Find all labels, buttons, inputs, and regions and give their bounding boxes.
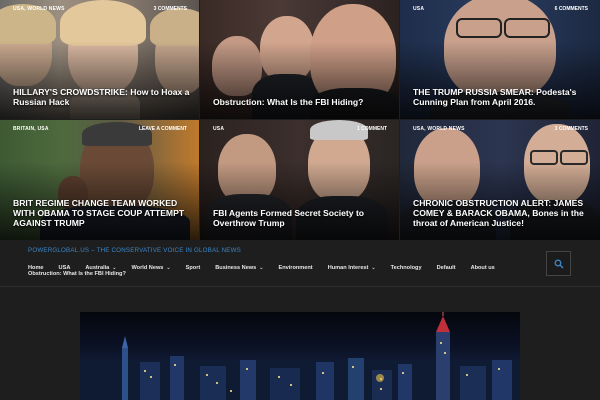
chevron-down-icon: ⌄	[259, 265, 264, 271]
nav-item-label: World News	[131, 265, 164, 271]
featured-post-fbi-hiding[interactable]: Obstruction: What Is the FBI Hiding?	[200, 0, 399, 119]
featured-post-brit-regime[interactable]: BRITAIN, USA LEAVE A COMMENT BRIT REGIME…	[0, 120, 199, 240]
nav-item-world-news[interactable]: World News ⌄	[132, 265, 171, 271]
chevron-down-icon: ⌄	[166, 265, 171, 271]
hero-image	[80, 312, 520, 400]
featured-post-comey-obama[interactable]: USA, WORLD NEWS 3 COMMENTS CHRONIC OBSTR…	[400, 120, 600, 240]
nav-item-sport[interactable]: Sport	[186, 265, 201, 271]
post-title[interactable]: FBI Agents Formed Secret Society to Over…	[213, 208, 391, 228]
post-categories[interactable]: USA	[413, 6, 424, 12]
post-title[interactable]: Obstruction: What Is the FBI Hiding?	[213, 97, 391, 107]
featured-grid: USA, WORLD NEWS 3 COMMENTS HILLARY'S CRO…	[0, 0, 600, 240]
nav-item-business-news[interactable]: Business News ⌄	[215, 265, 263, 271]
featured-post-crowdstrike[interactable]: USA, WORLD NEWS 3 COMMENTS HILLARY'S CRO…	[0, 0, 199, 119]
nav-item-technology[interactable]: Technology	[391, 265, 422, 271]
nav-item-label: Default	[436, 265, 456, 271]
nav-item-label: Human Interest	[327, 265, 369, 271]
search-icon	[554, 259, 563, 268]
nav-item-obstruction[interactable]: Obstruction: What Is the FBI Hiding?	[28, 271, 126, 277]
nav-item-label: Environment	[278, 265, 313, 271]
post-title[interactable]: THE TRUMP RUSSIA SMEAR: Podesta's Cunnin…	[413, 87, 592, 107]
header-divider	[0, 286, 600, 287]
post-comments-count[interactable]: LEAVE A COMMENT	[139, 126, 187, 132]
nav-item-label: Business News	[215, 265, 257, 271]
search-button[interactable]	[546, 251, 571, 276]
nav-item-about-us[interactable]: About us	[471, 265, 495, 271]
post-title[interactable]: CHRONIC OBSTRUCTION ALERT: JAMES COMEY &…	[413, 198, 592, 228]
post-title[interactable]: BRIT REGIME CHANGE TEAM WORKED WITH OBAM…	[13, 198, 191, 228]
post-categories[interactable]: USA, WORLD NEWS	[413, 126, 465, 132]
post-title[interactable]: HILLARY'S CROWDSTRIKE: How to Hoax a Rus…	[13, 87, 191, 107]
city-skyline-image	[80, 312, 520, 400]
featured-post-fbi-agents[interactable]: USA 1 COMMENT FBI Agents Formed Secret S…	[200, 120, 399, 240]
nav-item-default[interactable]: Default	[437, 265, 456, 271]
post-comments-count[interactable]: 3 COMMENTS	[555, 126, 588, 132]
post-categories[interactable]: USA, WORLD NEWS	[13, 6, 65, 12]
nav-item-label: Sport	[185, 265, 201, 271]
post-comments-count[interactable]: 3 COMMENTS	[154, 6, 187, 12]
nav-item-label: Technology	[390, 265, 422, 271]
post-categories[interactable]: USA	[213, 126, 224, 132]
site-brand-link[interactable]: POWERGLOBAL.US – THE CONSERVATIVE VOICE …	[28, 247, 241, 254]
post-categories[interactable]: BRITAIN, USA	[13, 126, 49, 132]
nav-item-label: About us	[470, 265, 495, 271]
nav-item-human-interest[interactable]: Human Interest ⌄	[328, 265, 376, 271]
post-comments-count[interactable]: 1 COMMENT	[357, 126, 387, 132]
chevron-down-icon: ⌄	[371, 265, 376, 271]
post-comments-count[interactable]: 6 COMMENTS	[555, 6, 588, 12]
nav-item-environment[interactable]: Environment	[278, 265, 312, 271]
featured-post-podesta[interactable]: USA 6 COMMENTS THE TRUMP RUSSIA SMEAR: P…	[400, 0, 600, 119]
